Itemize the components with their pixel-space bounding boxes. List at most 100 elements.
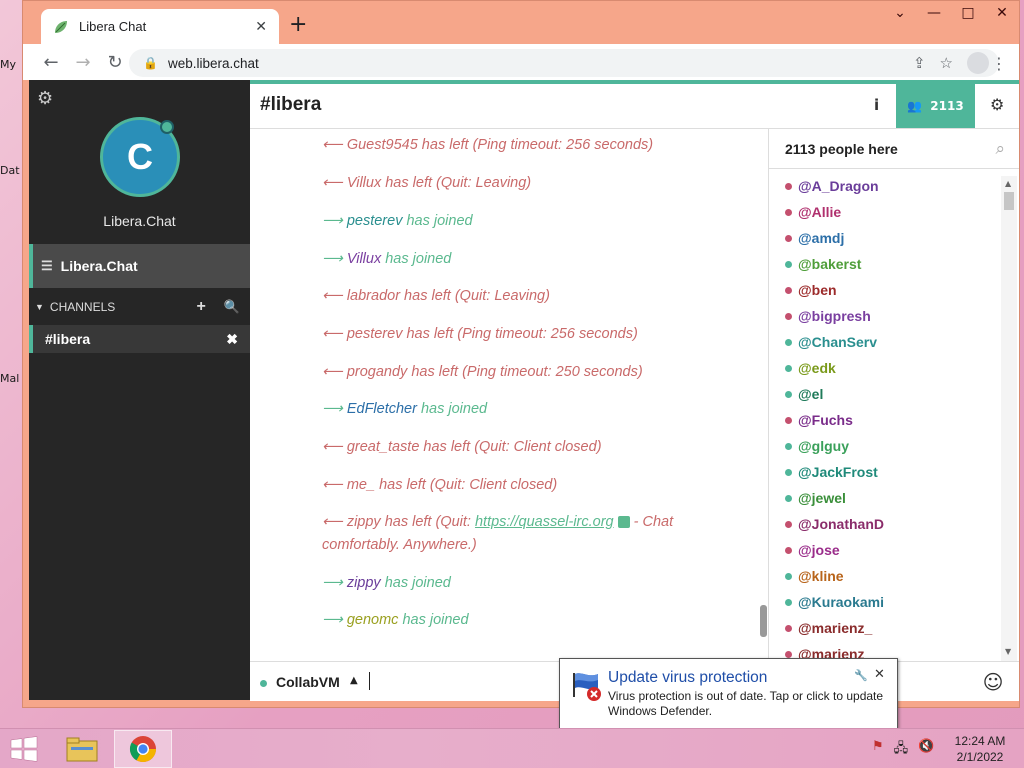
add-channel-icon[interactable]: + — [196, 298, 205, 316]
user-list-item[interactable]: @Fuchs — [785, 410, 853, 430]
network-sidebar: ⚙ C Libera.Chat ☰ Libera.Chat ▼ CHANNELS… — [29, 80, 250, 700]
tab-close-icon[interactable]: ✕ — [255, 19, 267, 35]
leave-arrow-icon: ⟵ — [322, 326, 347, 342]
bookmark-star-icon[interactable]: ☆ — [940, 54, 953, 72]
user-list-item[interactable]: @jewel — [785, 488, 846, 508]
user-list-item[interactable]: @Kuraokami — [785, 592, 884, 612]
channels-header: ▼ CHANNELS + 🔍 — [29, 292, 250, 322]
nick-menu-caret-icon[interactable]: ▲ — [350, 675, 358, 686]
user-list-toggle-button[interactable]: 👥 2113 — [896, 84, 975, 128]
user-search-icon[interactable]: ⌕ — [995, 139, 1005, 159]
message-nick[interactable]: genomc — [347, 612, 399, 628]
volume-muted-icon[interactable]: 🔇 — [918, 739, 934, 761]
message-nick[interactable]: progandy — [347, 364, 407, 380]
user-list-item[interactable]: @Allie — [785, 202, 841, 222]
scroll-up-arrow-icon[interactable]: ▲ — [1005, 179, 1011, 188]
reload-icon[interactable]: ↻ — [99, 52, 131, 73]
leave-arrow-icon: ⟵ — [322, 137, 347, 153]
chrome-taskbar-button[interactable] — [114, 730, 172, 768]
message-nick[interactable]: labrador — [347, 288, 400, 304]
sidebar-item-network[interactable]: ☰ Libera.Chat — [29, 244, 250, 288]
back-icon[interactable]: ← — [35, 52, 67, 73]
url-text[interactable]: web.libera.chat — [168, 56, 259, 71]
action-center-flag-icon[interactable]: ⚑ — [872, 739, 884, 761]
message-nick[interactable]: pesterev — [347, 326, 403, 342]
address-bar[interactable]: 🔒 web.libera.chat ⇪ ☆ — [129, 49, 999, 77]
user-nick: @el — [798, 386, 824, 402]
close-channel-icon[interactable]: ✖ — [226, 331, 238, 348]
share-icon[interactable]: ⇪ — [913, 54, 926, 72]
settings-gear-icon[interactable]: ⚙ — [37, 88, 53, 109]
windows-start-icon[interactable] — [8, 736, 40, 762]
user-list-item[interactable]: @glguy — [785, 436, 849, 456]
minimize-icon[interactable]: — — [917, 1, 951, 31]
libera-leaf-icon — [55, 20, 67, 33]
sidebar-item-channel[interactable]: #libera ✖ — [29, 325, 250, 353]
scroll-down-arrow-icon[interactable]: ▼ — [1005, 647, 1011, 656]
user-list-item[interactable]: @A_Dragon — [785, 176, 879, 196]
lock-icon[interactable]: 🔒 — [143, 56, 158, 70]
message-input[interactable] — [369, 672, 370, 690]
user-list-item[interactable]: @JonathanD — [785, 514, 884, 534]
menu-kebab-icon[interactable]: ⋮ — [991, 54, 1007, 73]
leave-arrow-icon: ⟵ — [322, 514, 347, 530]
forward-icon[interactable]: → — [67, 52, 99, 73]
collapse-caret-icon[interactable]: ▼ — [35, 302, 44, 312]
user-list-item[interactable]: @ChanServ — [785, 332, 877, 352]
message-nick[interactable]: Villux — [347, 251, 381, 267]
notification-close-icon[interactable]: ✕ — [874, 667, 885, 682]
emoji-icon[interactable]: ☺ — [980, 670, 1006, 696]
user-nick: @jewel — [798, 490, 846, 506]
user-list-item[interactable]: @marienz_ — [785, 618, 872, 638]
message-nick[interactable]: me_ — [347, 477, 375, 493]
desktop-icon-label[interactable]: My — [0, 58, 24, 71]
user-list-item[interactable]: @bakerst — [785, 254, 861, 274]
message-nick[interactable]: Villux — [347, 175, 381, 191]
user-list-item[interactable]: @kline — [785, 566, 844, 586]
scroll-thumb[interactable] — [1004, 192, 1014, 210]
tab-search-icon[interactable]: ⌄ — [883, 1, 917, 31]
message-text: has joined — [381, 251, 452, 267]
user-list-item[interactable]: @edk — [785, 358, 836, 378]
search-icon[interactable]: 🔍 — [224, 299, 240, 315]
chrome-icon — [129, 736, 157, 763]
message-nick[interactable]: zippy — [347, 514, 381, 530]
channels-header-label[interactable]: CHANNELS — [50, 300, 115, 314]
user-list-item[interactable]: @jose — [785, 540, 840, 560]
channel-settings-icon[interactable]: ⚙ — [990, 95, 1004, 114]
profile-icon[interactable] — [967, 52, 989, 74]
desktop-icon-label[interactable]: Dat — [0, 164, 24, 177]
browser-tab[interactable]: Libera Chat ✕ — [41, 9, 279, 44]
message-list[interactable]: ⟵ Guest9545 has left (Ping timeout: 256 … — [250, 129, 768, 661]
user-list-item[interactable]: @amdj — [785, 228, 844, 248]
my-nick-button[interactable]: CollabVM — [276, 674, 340, 690]
message-nick[interactable]: Guest9545 — [347, 137, 418, 153]
message-nick[interactable]: pesterev — [347, 213, 403, 229]
defender-notification[interactable]: Update virus protection Virus protection… — [559, 658, 898, 729]
taskbar-clock[interactable]: 12:24 AM 2/1/2022 — [940, 733, 1020, 765]
user-status-dot — [785, 546, 792, 554]
user-list-item[interactable]: @JackFrost — [785, 462, 878, 482]
message-nick[interactable]: zippy — [347, 575, 381, 591]
user-nick: @Kuraokami — [798, 594, 885, 610]
user-status-dot — [785, 520, 792, 528]
file-explorer-taskbar-button[interactable] — [60, 731, 104, 767]
info-icon[interactable]: i — [874, 96, 879, 114]
user-list-scrollbar[interactable] — [1001, 176, 1017, 661]
message-nick[interactable]: EdFletcher — [347, 401, 417, 417]
desktop-icon-label[interactable]: Mal — [0, 372, 24, 385]
network-icon[interactable]: 🖧 — [894, 739, 909, 761]
maximize-icon[interactable]: □ — [951, 1, 985, 31]
new-tab-button[interactable]: + — [289, 14, 307, 36]
tab-strip: Libera Chat ✕ + ⌄ — □ ✕ — [23, 1, 1019, 44]
user-list-item[interactable]: @ben — [785, 280, 837, 300]
close-window-icon[interactable]: ✕ — [985, 1, 1019, 31]
user-list-item[interactable]: @el — [785, 384, 823, 404]
message-link[interactable]: https://quassel-irc.org — [475, 514, 614, 530]
messages-scrollbar[interactable] — [760, 605, 767, 637]
external-link-icon[interactable] — [617, 516, 630, 529]
pin-icon[interactable]: 🔧 — [854, 669, 868, 682]
user-status-dot — [785, 364, 792, 372]
user-list-item[interactable]: @bigpresh — [785, 306, 871, 326]
message-nick[interactable]: great_taste — [347, 439, 420, 455]
